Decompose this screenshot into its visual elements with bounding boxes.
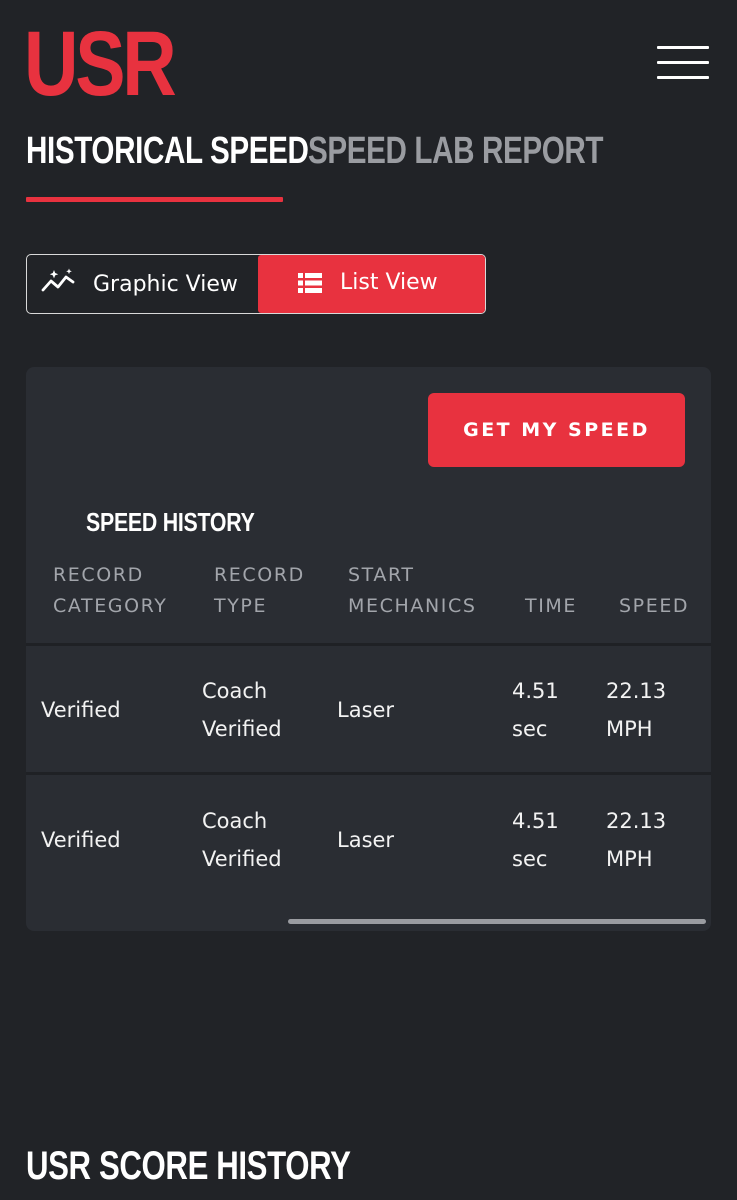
active-tab-indicator — [26, 197, 283, 202]
menu-bar-bottom — [657, 76, 709, 79]
tab-historical-speed[interactable]: HISTORICAL SPEED — [26, 128, 309, 174]
graphic-view-button[interactable]: Graphic View — [27, 255, 258, 313]
cell-start-mechanics: Laser — [337, 698, 395, 722]
view-toggle: Graphic View List View — [26, 254, 486, 314]
tab-bar: HISTORICAL SPEED SPEED LAB REPORT — [26, 128, 716, 208]
cell-line: MPH — [606, 717, 653, 741]
cell-speed: 22.13 MPH — [606, 802, 666, 878]
cell-record-category: Verified — [41, 698, 121, 722]
cell-time: 4.51 sec — [512, 802, 559, 878]
tab-speed-lab-report[interactable]: SPEED LAB REPORT — [308, 128, 604, 174]
cell-speed: 22.13 MPH — [606, 672, 666, 748]
hamburger-menu-icon[interactable] — [657, 46, 711, 82]
cell-line: 4.51 — [512, 679, 559, 703]
cell-line: sec — [512, 717, 548, 741]
column-header-line: RECORD — [53, 564, 144, 586]
list-view-label: List View — [340, 270, 438, 295]
row-divider — [26, 643, 711, 646]
column-header-time[interactable]: TIME — [525, 591, 577, 622]
row-divider — [26, 772, 711, 775]
horizontal-scrollbar[interactable] — [288, 919, 706, 924]
get-my-speed-button[interactable]: GET MY SPEED — [428, 393, 685, 467]
cell-line: Coach — [202, 679, 268, 703]
trend-chart-icon — [41, 268, 75, 300]
column-header-record-type[interactable]: RECORD TYPE — [214, 560, 305, 622]
cell-start-mechanics: Laser — [337, 828, 395, 852]
cell-line: sec — [512, 847, 548, 871]
cell-record-type: Coach Verified — [202, 802, 282, 878]
graphic-view-label: Graphic View — [93, 271, 238, 297]
cell-line: 22.13 — [606, 809, 667, 833]
column-header-start-mechanics[interactable]: START MECHANICS — [348, 560, 477, 622]
cell-time: 4.51 sec — [512, 672, 559, 748]
column-header-line: MECHANICS — [348, 595, 477, 617]
list-view-button[interactable]: List View — [258, 255, 485, 313]
menu-bar-top — [657, 46, 709, 49]
column-header-record-category[interactable]: RECORD CATEGORY — [53, 560, 167, 622]
usr-score-history-title: USR SCORE HISTORY — [26, 1144, 351, 1188]
cell-line: Coach — [202, 809, 268, 833]
menu-bar-middle — [657, 61, 709, 64]
speed-history-card: GET MY SPEED SPEED HISTORY RECORD CATEGO… — [26, 367, 711, 931]
usr-logo[interactable]: USR — [24, 18, 177, 110]
column-header-line: RECORD — [214, 564, 305, 586]
cell-record-type: Coach Verified — [202, 672, 282, 748]
cell-line: 22.13 — [606, 679, 667, 703]
page: USR HISTORICAL SPEED SPEED LAB REPORT Gr… — [0, 0, 737, 1200]
cell-line: Verified — [202, 717, 282, 741]
cell-line: MPH — [606, 847, 653, 871]
cell-line: 4.51 — [512, 809, 559, 833]
column-header-speed[interactable]: SPEED — [619, 591, 689, 622]
speed-history-title: SPEED HISTORY — [86, 507, 255, 537]
cell-record-category: Verified — [41, 828, 121, 852]
column-header-line: START — [348, 564, 415, 586]
column-header-line: TYPE — [214, 595, 268, 617]
column-header-line: CATEGORY — [53, 595, 168, 617]
cell-line: Verified — [202, 847, 282, 871]
list-icon — [298, 273, 322, 299]
